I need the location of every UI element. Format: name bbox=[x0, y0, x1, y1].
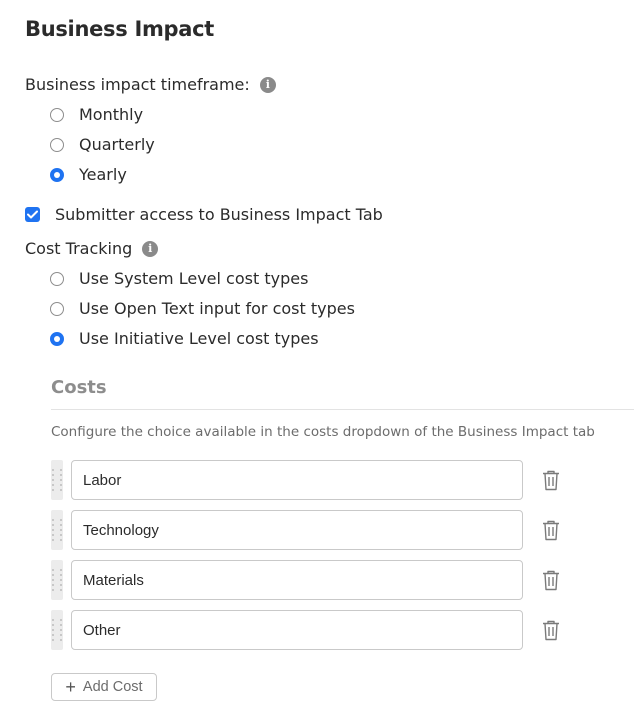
add-cost-label: Add Cost bbox=[82, 679, 143, 695]
radio-label: Monthly bbox=[79, 105, 144, 124]
drag-handle-icon[interactable] bbox=[51, 510, 63, 550]
radio-label: Use System Level cost types bbox=[79, 269, 309, 288]
divider bbox=[51, 409, 634, 410]
cost-item-input[interactable] bbox=[71, 560, 523, 600]
cost-item-row bbox=[51, 510, 591, 550]
cost-tracking-label: Cost Tracking bbox=[25, 239, 133, 258]
add-cost-button[interactable]: + Add Cost bbox=[51, 673, 157, 701]
cost-tracking-label-row: Cost Tracking i bbox=[25, 239, 159, 258]
radio-option-quarterly[interactable]: Quarterly bbox=[50, 135, 155, 154]
cost-item-input[interactable] bbox=[71, 460, 523, 500]
checkmark-icon bbox=[27, 210, 38, 219]
drag-handle-icon[interactable] bbox=[51, 560, 63, 600]
radio-button[interactable] bbox=[50, 107, 64, 122]
radio-option-open-text[interactable]: Use Open Text input for cost types bbox=[50, 299, 355, 318]
cost-item-row bbox=[51, 610, 591, 650]
radio-button-selected[interactable] bbox=[50, 167, 64, 182]
radio-label: Use Open Text input for cost types bbox=[79, 299, 355, 318]
info-icon[interactable]: i bbox=[142, 240, 159, 257]
submitter-access-checkbox[interactable] bbox=[25, 207, 40, 222]
drag-handle-icon[interactable] bbox=[51, 610, 63, 650]
radio-label: Yearly bbox=[79, 165, 127, 184]
radio-button[interactable] bbox=[50, 137, 64, 152]
page-title: Business Impact bbox=[25, 17, 215, 41]
radio-option-system-level[interactable]: Use System Level cost types bbox=[50, 269, 308, 288]
trash-icon[interactable] bbox=[541, 519, 561, 541]
cost-item-input[interactable] bbox=[71, 510, 523, 550]
costs-section-title: Costs bbox=[51, 377, 107, 398]
radio-label: Quarterly bbox=[79, 135, 155, 154]
trash-icon[interactable] bbox=[541, 569, 561, 591]
radio-option-monthly[interactable]: Monthly bbox=[50, 105, 143, 124]
radio-label: Use Initiative Level cost types bbox=[79, 329, 319, 348]
radio-option-yearly[interactable]: Yearly bbox=[50, 165, 127, 184]
radio-button[interactable] bbox=[50, 301, 64, 316]
drag-handle-icon[interactable] bbox=[51, 460, 63, 500]
radio-option-initiative-level[interactable]: Use Initiative Level cost types bbox=[50, 329, 319, 348]
cost-item-input[interactable] bbox=[71, 610, 523, 650]
timeframe-label: Business impact timeframe: bbox=[25, 75, 250, 94]
trash-icon[interactable] bbox=[541, 469, 561, 491]
trash-icon[interactable] bbox=[541, 619, 561, 641]
costs-description: Configure the choice available in the co… bbox=[51, 424, 595, 440]
cost-item-row bbox=[51, 560, 591, 600]
cost-item-row bbox=[51, 460, 591, 500]
info-icon[interactable]: i bbox=[259, 76, 276, 93]
radio-button-selected[interactable] bbox=[50, 331, 64, 346]
submitter-access-checkbox-row[interactable]: Submitter access to Business Impact Tab bbox=[25, 205, 383, 224]
plus-icon: + bbox=[65, 677, 76, 697]
submitter-access-label: Submitter access to Business Impact Tab bbox=[55, 205, 383, 224]
radio-button[interactable] bbox=[50, 271, 64, 286]
timeframe-label-row: Business impact timeframe: i bbox=[25, 75, 276, 94]
